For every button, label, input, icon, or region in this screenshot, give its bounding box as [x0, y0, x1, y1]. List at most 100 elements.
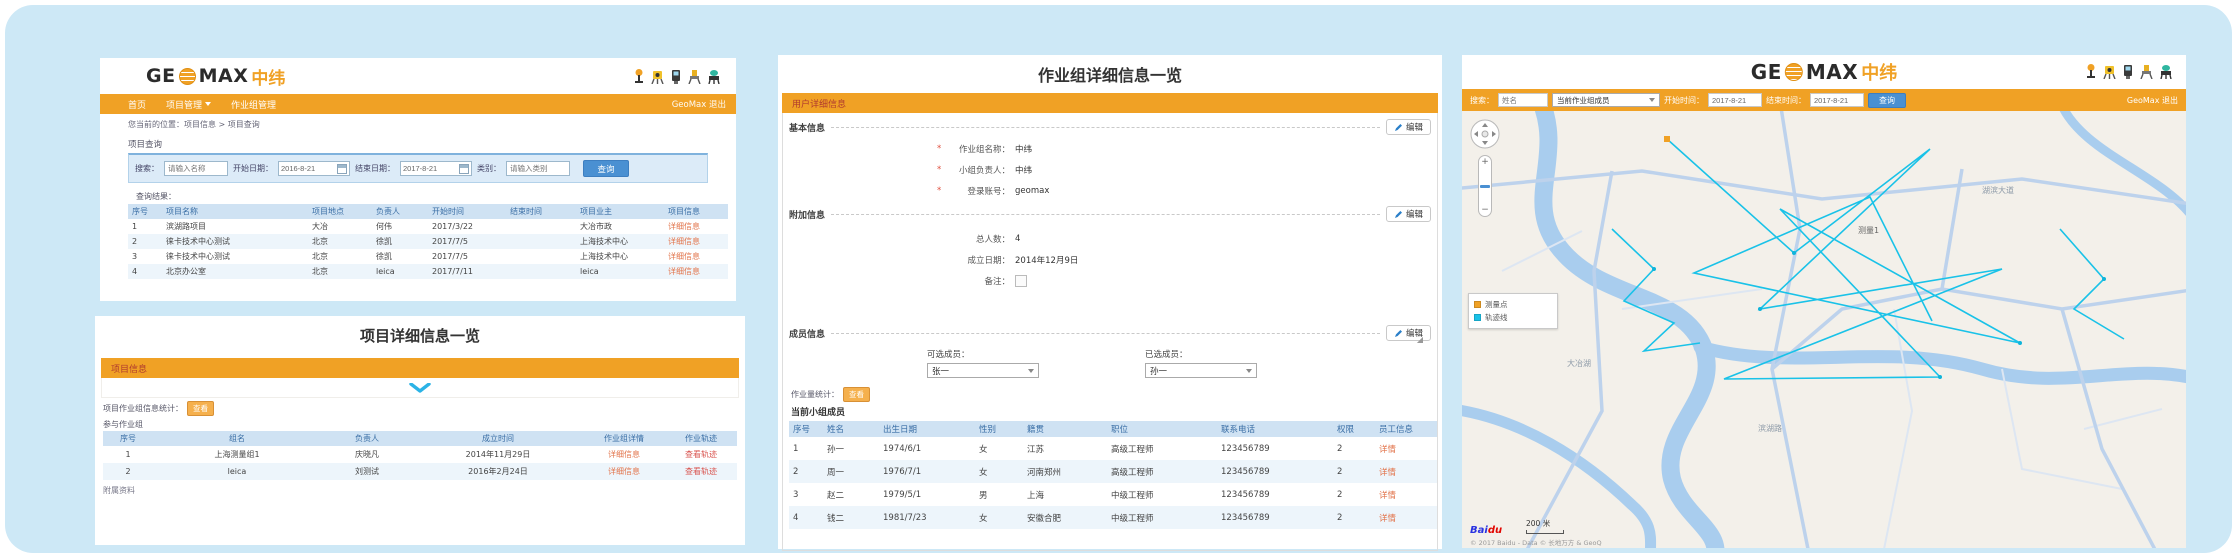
search-button[interactable]: 查询 — [583, 160, 629, 177]
zoom-slider-handle[interactable] — [1480, 185, 1490, 188]
end-time-input[interactable] — [1810, 93, 1864, 107]
table-cell: 周一 — [823, 460, 879, 483]
detail-link[interactable]: 查看轨迹 — [685, 467, 717, 476]
legend-item-points[interactable]: 测量点 — [1474, 298, 1552, 311]
zoom-in-icon[interactable]: + — [1481, 157, 1489, 167]
table-cell: 庆晓凡 — [321, 446, 413, 463]
start-date-field[interactable] — [278, 161, 350, 176]
map-label-road2: 湖滨大道 — [1982, 185, 2014, 195]
table-cell: 上海 — [1023, 483, 1107, 506]
nav-item-workgroups[interactable]: 作业组管理 — [231, 98, 276, 111]
map-canvas[interactable]: 大冶湖 滨湖路 湖滨大道 测量1 + − — [1462, 111, 2186, 548]
available-members-select[interactable]: 张一 — [927, 363, 1039, 378]
detail-link[interactable]: 详细信息 — [668, 267, 700, 276]
detail-link[interactable]: 详情 — [1379, 468, 1396, 478]
user-detail-bar: 用户详细信息 — [782, 93, 1438, 113]
group-stats-label: 项目作业组信息统计： — [103, 403, 183, 414]
keyword-input[interactable] — [164, 161, 228, 176]
edit-members-button[interactable]: 编辑 — [1386, 325, 1431, 341]
column-header: 成立时间 — [413, 431, 583, 446]
map-search-button[interactable]: 查询 — [1868, 93, 1906, 108]
member-select[interactable]: 当前作业组成员 — [1552, 93, 1660, 107]
collapse-row[interactable] — [101, 378, 739, 398]
member-search-input[interactable] — [1498, 93, 1548, 107]
edit-basic-button[interactable]: 编辑 — [1386, 119, 1431, 135]
notes-box[interactable] — [1015, 275, 1027, 287]
calendar-icon[interactable] — [459, 164, 469, 174]
divider — [831, 214, 1380, 215]
map-toolbar: 搜索： 当前作业组成员 开始时间： 结束时间： 查询 GeoMax 退出 — [1462, 89, 2186, 111]
column-header: 结束时间 — [506, 204, 576, 219]
collapse-chevron-icon[interactable] — [409, 383, 431, 393]
table-row: 2徕卡技术中心测试北京徐凯2017/7/5上海技术中心详细信息 — [128, 234, 728, 249]
track-label: 测量1 — [1858, 226, 1879, 235]
map-pan-control[interactable] — [1470, 119, 1500, 149]
nav-item-projects[interactable]: 项目管理 — [166, 98, 211, 111]
column-header: 联系电话 — [1217, 421, 1333, 437]
detail-link[interactable]: 详细信息 — [668, 237, 700, 246]
detail-link[interactable]: 详情 — [1379, 491, 1396, 501]
view-workload-button[interactable]: 查看 — [843, 387, 870, 402]
table-cell: leica — [372, 264, 428, 279]
projects-table: 序号项目名称项目地点负责人开始时间结束时间项目业主项目信息1滨湖路项目大冶何伟2… — [128, 204, 736, 279]
column-header: 性别 — [975, 421, 1023, 437]
legend-item-tracks[interactable]: 轨迹线 — [1474, 311, 1552, 324]
field-group-name: * 作业组名称： 中纬 — [937, 138, 1431, 159]
table-cell: 河南郑州 — [1023, 460, 1107, 483]
total-station-icon — [2102, 64, 2117, 79]
selected-members-select[interactable]: 孙一 — [1145, 363, 1257, 378]
required-asterisk: * — [937, 144, 942, 154]
detail-link[interactable]: 详细信息 — [668, 252, 700, 261]
table-cell: 大冶市政 — [576, 219, 664, 234]
zoom-out-icon[interactable]: − — [1481, 205, 1489, 215]
end-date-input[interactable] — [403, 163, 457, 175]
logo-text-max: MAX — [199, 65, 249, 87]
column-header: 序号 — [128, 204, 162, 219]
calendar-icon[interactable] — [337, 164, 347, 174]
detail-link[interactable]: 详细信息 — [608, 450, 640, 459]
table-cell: 大冶 — [308, 219, 372, 234]
detail-link[interactable]: 查看轨迹 — [685, 450, 717, 459]
nav-item-home[interactable]: 首页 — [128, 98, 146, 111]
chevron-down-icon — [1649, 98, 1655, 102]
table-cell: 江苏 — [1023, 437, 1107, 460]
logout-link[interactable]: GeoMax 退出 — [2127, 95, 2178, 106]
edit-extra-button[interactable]: 编辑 — [1386, 206, 1431, 222]
type-input[interactable] — [506, 161, 570, 176]
available-members-group: 可选成员： 张一 — [927, 348, 1145, 378]
logout-link[interactable]: GeoMax 退出 — [672, 98, 726, 110]
column-header: 开始时间 — [428, 204, 506, 219]
table-cell: 安徽合肥 — [1023, 506, 1107, 529]
edit-icon — [1394, 210, 1403, 219]
field-label: 总人数： — [944, 233, 1010, 245]
detail-link[interactable]: 详情 — [1379, 445, 1396, 455]
detail-link[interactable]: 详细信息 — [608, 467, 640, 476]
logo-text-cn: 中纬 — [1861, 59, 1897, 85]
detail-link[interactable]: 详情 — [1379, 514, 1396, 524]
map-zoom-control[interactable]: + − — [1478, 155, 1492, 217]
table-cell: 4 — [128, 264, 162, 279]
resize-handle-icon[interactable]: ◢ — [1417, 335, 1423, 344]
table-row: 2leica刘测试2016年2月24日详细信息查看轨迹 — [103, 463, 737, 480]
scanner-icon — [2158, 64, 2174, 79]
column-header: 项目地点 — [308, 204, 372, 219]
start-date-input[interactable] — [281, 163, 335, 175]
start-time-input[interactable] — [1708, 93, 1762, 107]
end-date-field[interactable] — [400, 161, 472, 176]
detail-link[interactable]: 详细信息 — [668, 222, 700, 231]
column-header: 姓名 — [823, 421, 879, 437]
field-value: geomax — [1015, 186, 1049, 196]
instrument-icons — [632, 69, 722, 84]
column-header: 员工信息 — [1375, 421, 1437, 437]
column-header: 项目名称 — [162, 204, 308, 219]
track-start-marker — [1664, 136, 1670, 142]
table-cell: 高级工程师 — [1107, 437, 1217, 460]
baidu-logo[interactable]: Baidu — [1470, 525, 1502, 536]
extra-info-fields: 总人数： 4 成立日期： 2014年12月9日 备注： — [937, 228, 1431, 291]
view-stats-button[interactable]: 查看 — [187, 401, 214, 416]
table-cell: 孙一 — [823, 437, 879, 460]
table-cell: 详情 — [1375, 437, 1437, 460]
table-cell: 上海技术中心 — [576, 234, 664, 249]
table-cell: 2 — [789, 460, 823, 483]
controller-icon — [669, 69, 683, 84]
